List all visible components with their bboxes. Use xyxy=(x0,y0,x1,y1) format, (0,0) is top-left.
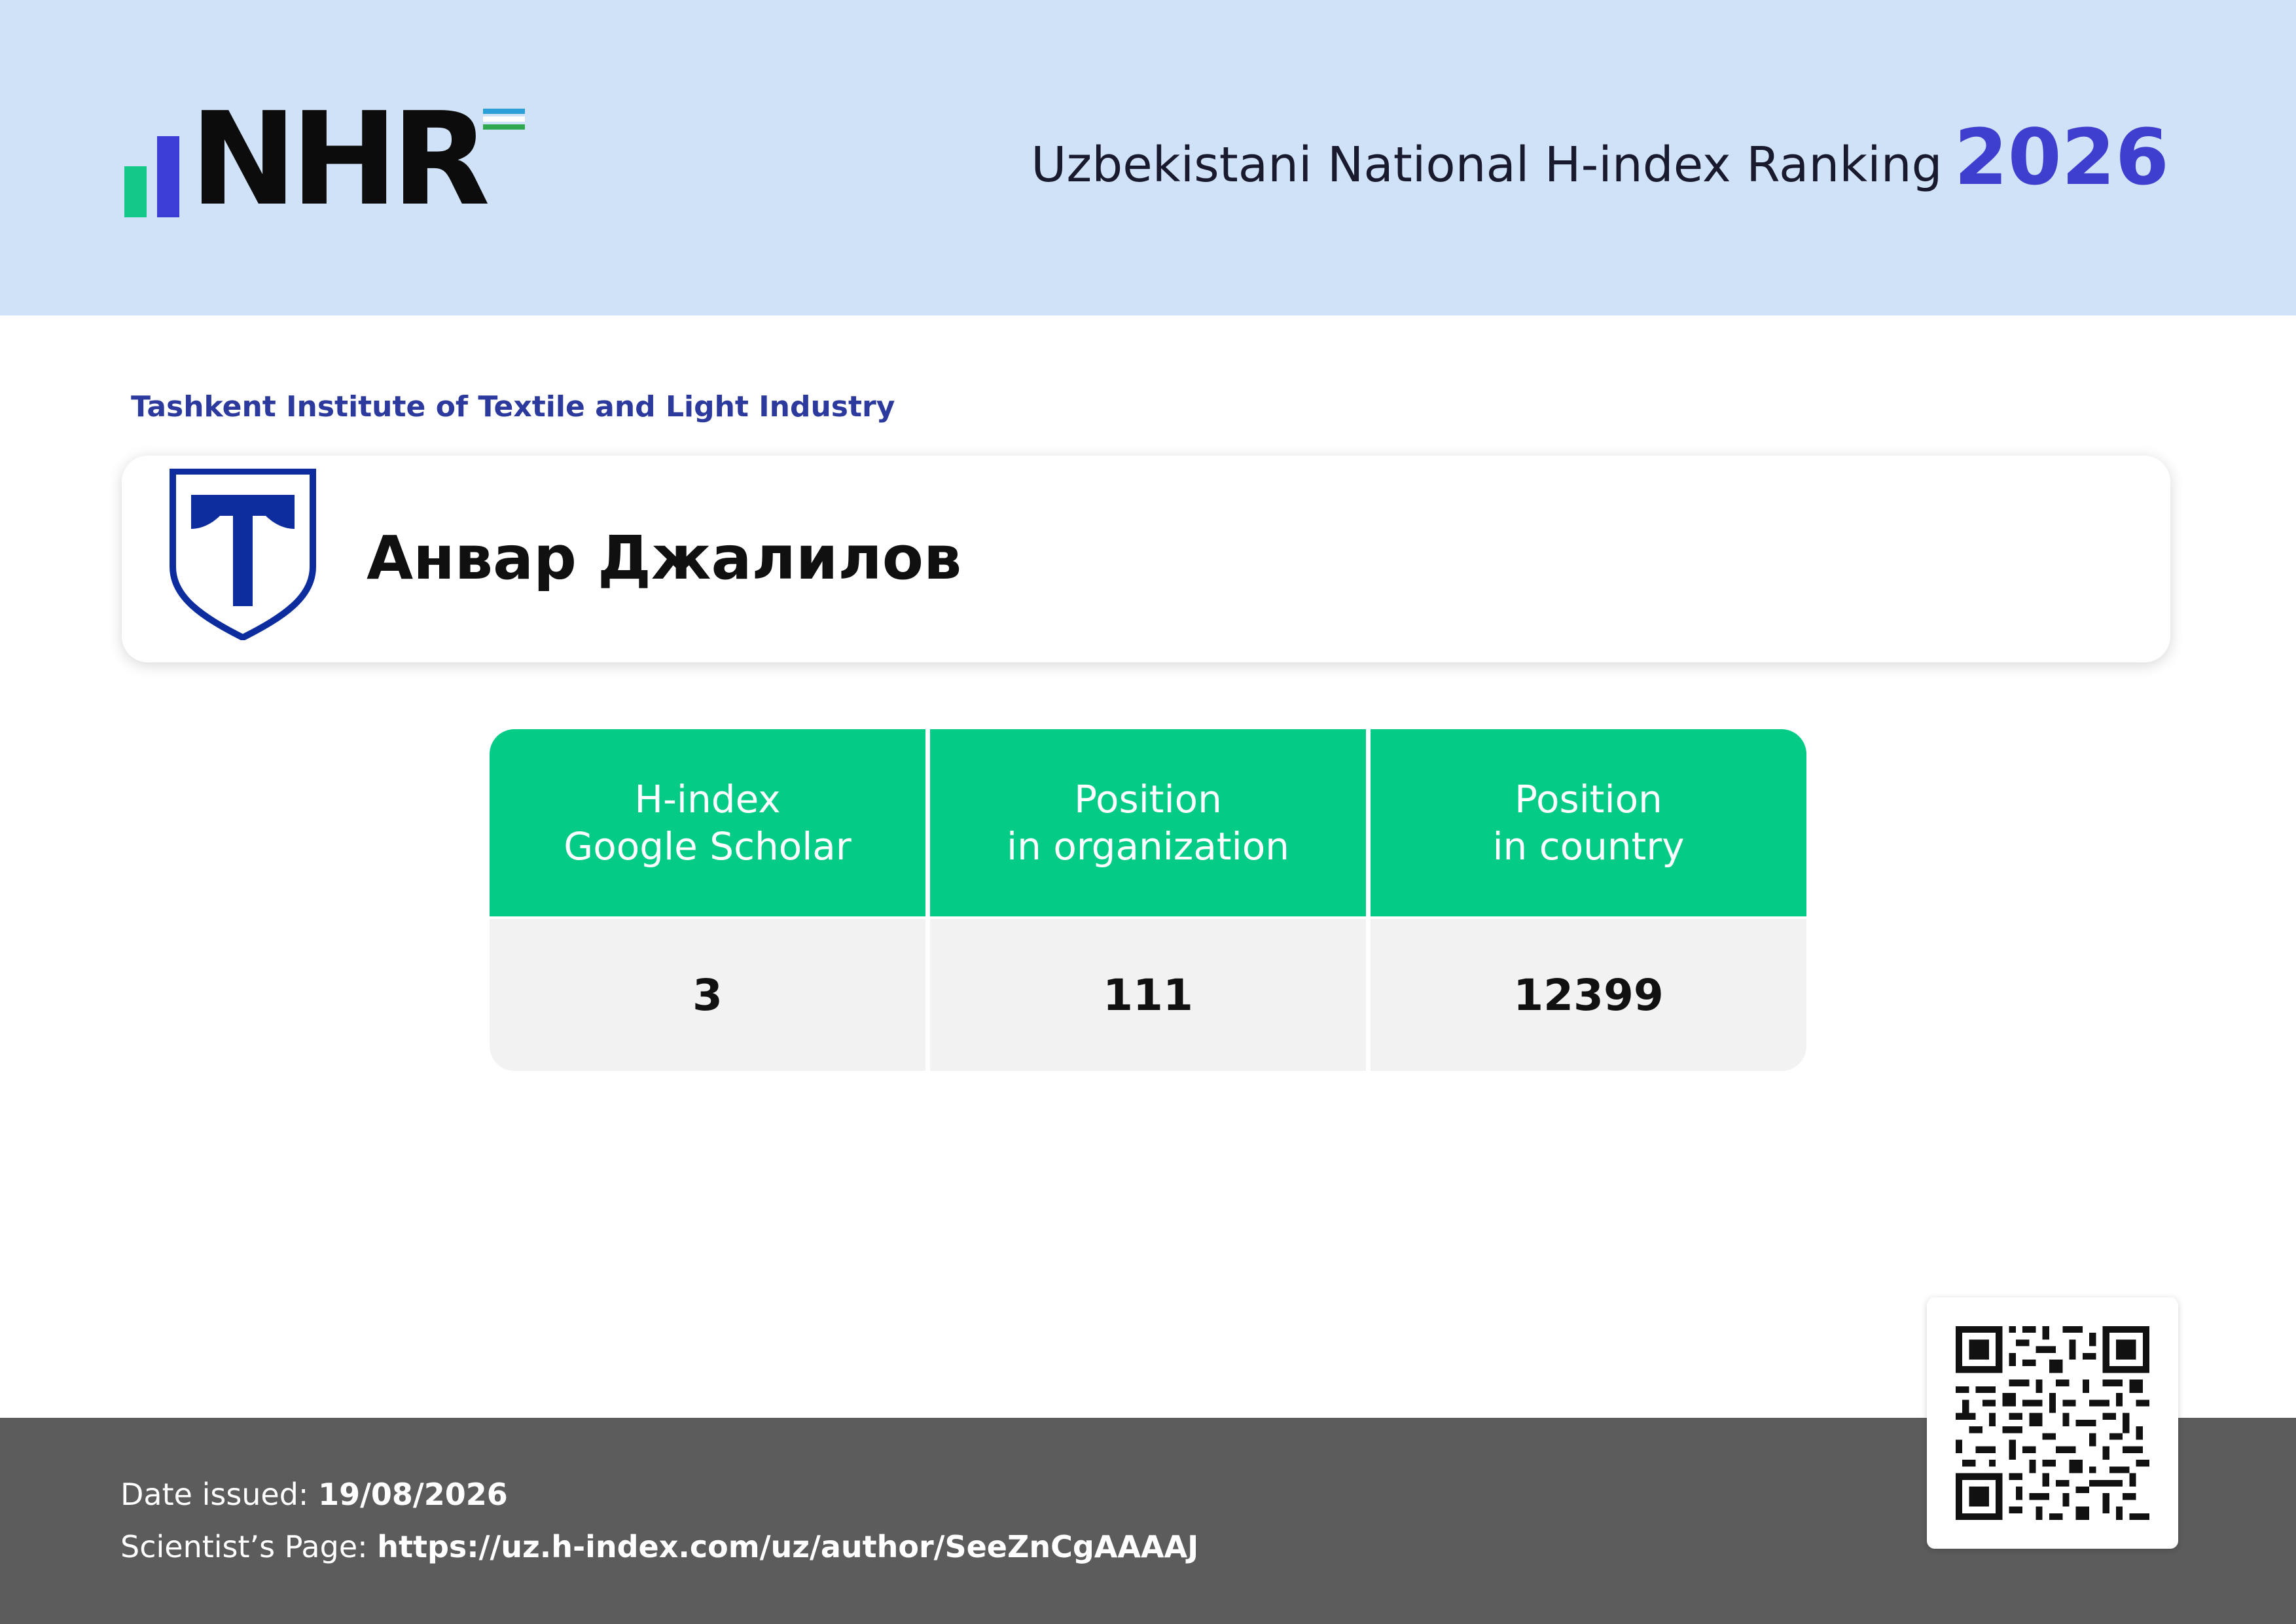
nhr-logo: NHR xyxy=(124,96,543,224)
stat-header-line2: in organization xyxy=(1007,824,1289,869)
page-label: Scientist’s Page: xyxy=(120,1529,368,1564)
page-title: Uzbekistani National H-index Ranking 2026 xyxy=(1031,111,2169,211)
logo-text: NHR xyxy=(190,85,490,234)
page-url-link[interactable]: https://uz.h-index.com/uz/author/SeeZnCg… xyxy=(377,1529,1198,1564)
scientist-name: Анвар Джалилов xyxy=(367,523,962,593)
stat-header: Position in country xyxy=(1371,729,1806,916)
stat-value: 12399 xyxy=(1371,919,1806,1071)
date-value: 19/08/2026 xyxy=(318,1477,508,1512)
logo-bar-blue xyxy=(157,136,179,217)
stat-header-line1: Position xyxy=(1074,777,1222,821)
uzbek-flag-icon xyxy=(483,109,525,131)
scientist-card: Анвар Джалилов xyxy=(122,456,2170,662)
stat-value: 3 xyxy=(490,919,925,1071)
date-label: Date issued: xyxy=(120,1477,309,1512)
scientist-page: Scientist’s Page: https://uz.h-index.com… xyxy=(120,1529,1198,1564)
stat-column-position-country: Position in country 12399 xyxy=(1371,729,1806,1071)
stat-header-line2: in country xyxy=(1492,824,1685,869)
organization-name: Tashkent Institute of Textile and Light … xyxy=(131,390,895,424)
stat-header: Position in organization xyxy=(930,729,1366,916)
title-text: Uzbekistani National H-index Ranking xyxy=(1031,137,1943,193)
stat-column-h-index: H-index Google Scholar 3 xyxy=(490,729,925,1071)
logo-bar-green xyxy=(124,166,147,217)
title-year: 2026 xyxy=(1954,112,2169,202)
header-banner: NHR Uzbekistani National H-index Ranking… xyxy=(0,0,2296,316)
qr-code-icon xyxy=(1956,1326,2149,1520)
stat-value: 111 xyxy=(930,919,1366,1071)
stat-header-line1: H-index xyxy=(634,777,781,821)
stat-header-line2: Google Scholar xyxy=(564,824,852,869)
stat-header-line1: Position xyxy=(1515,777,1662,821)
stat-header: H-index Google Scholar xyxy=(490,729,925,916)
stat-column-position-organization: Position in organization 111 xyxy=(930,729,1366,1071)
stats-table: H-index Google Scholar 3 Position in org… xyxy=(490,729,1806,1071)
qr-code-card[interactable] xyxy=(1927,1297,2178,1549)
shield-t-icon xyxy=(170,469,316,640)
date-issued: Date issued: 19/08/2026 xyxy=(120,1477,508,1512)
